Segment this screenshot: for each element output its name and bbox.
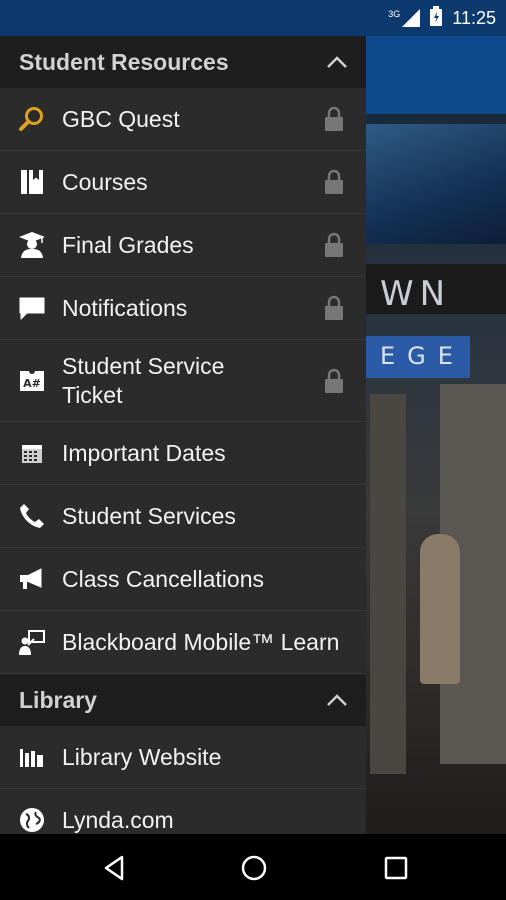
menu-item-blackboard-mobile-learn[interactable]: Blackboard Mobile™ Learn <box>0 611 366 674</box>
home-icon[interactable] <box>240 854 268 882</box>
menu-item-label: Lynda.com <box>62 806 174 833</box>
network-signal-icon: 3G <box>388 9 421 27</box>
menu-item-label: Blackboard Mobile™ Learn <box>62 628 340 655</box>
menu-item-label: GBC Quest <box>62 105 180 132</box>
phone-icon <box>18 502 46 530</box>
ticket-icon: A# <box>18 367 46 395</box>
lock-icon <box>325 106 343 131</box>
menu-item-lynda[interactable]: Lynda.com <box>0 789 366 834</box>
status-bar: 3G 11:25 <box>0 0 506 36</box>
menu-item-important-dates[interactable]: Important Dates <box>0 422 366 485</box>
section-title: Student Resources <box>19 48 229 75</box>
globe-icon <box>18 806 46 834</box>
menu-item-label: Final Grades <box>62 231 194 258</box>
back-icon[interactable] <box>100 854 128 882</box>
lock-icon <box>325 232 343 257</box>
menu-item-student-service-ticket[interactable]: A# Student Service Ticket <box>0 340 366 422</box>
chat-bubble-icon <box>18 294 46 322</box>
lock-icon <box>325 295 343 320</box>
college-sign-text: EGE <box>380 342 465 370</box>
chevron-up-icon[interactable] <box>326 693 348 707</box>
menu-item-label: Courses <box>62 168 148 195</box>
menu-item-label: Notifications <box>62 294 188 321</box>
section-title: Library <box>19 686 97 713</box>
building-sign-text: WN <box>380 274 452 314</box>
menu-item-gbc-quest[interactable]: GBC Quest <box>0 88 366 151</box>
chevron-up-icon[interactable] <box>326 55 348 69</box>
menu-item-label: Student Services <box>62 502 236 529</box>
system-navigation-bar <box>0 834 506 900</box>
recent-apps-icon[interactable] <box>382 854 410 882</box>
menu-item-library-website[interactable]: Library Website <box>0 726 366 789</box>
lock-icon <box>325 368 343 393</box>
battery-icon <box>430 5 443 31</box>
section-header-library[interactable]: Library <box>0 674 366 726</box>
blackboard-icon <box>18 628 46 656</box>
library-books-icon <box>18 743 46 771</box>
lock-icon <box>325 169 343 194</box>
book-icon <box>18 168 46 196</box>
menu-item-label: Class Cancellations <box>62 565 264 592</box>
menu-item-label: Library Website <box>62 743 222 770</box>
search-icon <box>18 105 46 133</box>
graduate-icon <box>18 231 46 259</box>
section-header-student-resources[interactable]: Student Resources <box>0 36 366 88</box>
menu-item-courses[interactable]: Courses <box>0 151 366 214</box>
navigation-drawer: Student Resources GBC Quest Courses Fina… <box>0 36 366 834</box>
menu-item-label: Student Service Ticket <box>62 352 225 408</box>
menu-item-class-cancellations[interactable]: Class Cancellations <box>0 548 366 611</box>
network-type: 3G <box>388 9 401 19</box>
megaphone-icon <box>18 565 46 593</box>
menu-item-notifications[interactable]: Notifications <box>0 277 366 340</box>
menu-item-student-services[interactable]: Student Services <box>0 485 366 548</box>
svg-text:A#: A# <box>23 377 41 390</box>
menu-item-final-grades[interactable]: Final Grades <box>0 214 366 277</box>
menu-item-label: Important Dates <box>62 439 226 466</box>
clock: 11:25 <box>452 7 496 28</box>
calendar-icon <box>18 439 46 467</box>
